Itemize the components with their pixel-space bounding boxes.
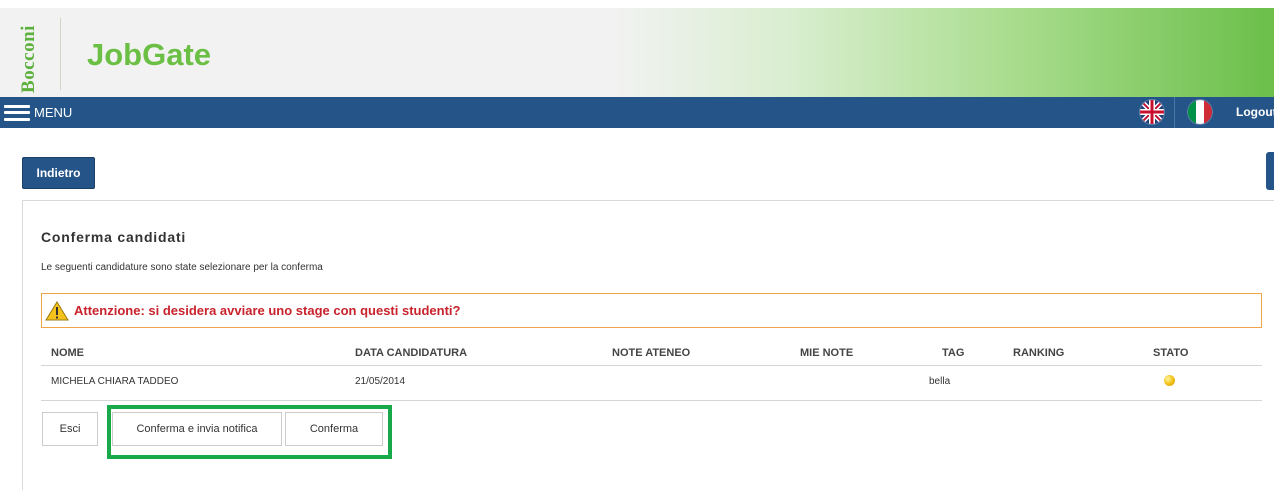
site-header: Bocconi JobGate — [0, 8, 1274, 97]
table-row[interactable]: MICHELA CHIARA TADDEO 21/05/2014 bella — [41, 366, 1262, 401]
col-stato[interactable]: STATO — [1153, 347, 1188, 359]
col-note-ateneo[interactable]: NOTE ATENEO — [612, 347, 690, 359]
logo-divider — [60, 18, 61, 90]
page-subtitle: Le seguenti candidature sono state selez… — [41, 262, 323, 273]
page-title: Conferma candidati — [41, 229, 187, 245]
nav-separator — [1174, 97, 1175, 128]
cell-tag: bella — [929, 376, 951, 387]
col-tag[interactable]: TAG — [942, 347, 964, 359]
italy-flag-icon[interactable] — [1188, 100, 1212, 124]
logout-link[interactable]: Logout — [1236, 105, 1274, 119]
app-title[interactable]: JobGate — [87, 37, 211, 73]
hamburger-icon — [4, 104, 30, 121]
cell-nome: MICHELA CHIARA TADDEO — [51, 376, 179, 387]
col-ranking[interactable]: RANKING — [1013, 347, 1064, 359]
col-nome[interactable]: NOME — [51, 347, 84, 359]
yellow-status-icon — [1164, 375, 1175, 386]
highlight-box — [107, 405, 392, 459]
col-data-candidatura[interactable]: DATA CANDIDATURA — [355, 347, 467, 359]
warning-text: Attenzione: si desidera avviare uno stag… — [74, 303, 461, 318]
menu-button[interactable]: MENU — [4, 97, 72, 128]
uk-flag-icon[interactable] — [1140, 100, 1164, 124]
top-navbar: MENU Logout — [0, 97, 1274, 128]
cell-data: 21/05/2014 — [355, 376, 406, 387]
table-header: NOME DATA CANDIDATURA NOTE ATENEO MIE NO… — [41, 343, 1262, 366]
esci-button[interactable]: Esci — [42, 412, 98, 446]
menu-label: MENU — [34, 105, 73, 120]
side-panel-tab[interactable] — [1266, 152, 1274, 190]
warning-box: Attenzione: si desidera avviare uno stag… — [41, 293, 1262, 328]
bocconi-logo-text: Bocconi — [17, 25, 39, 93]
back-button[interactable]: Indietro — [22, 157, 95, 189]
col-mie-note[interactable]: MIE NOTE — [800, 347, 853, 359]
bocconi-logo[interactable]: Bocconi — [17, 20, 39, 95]
warning-icon — [45, 300, 69, 320]
